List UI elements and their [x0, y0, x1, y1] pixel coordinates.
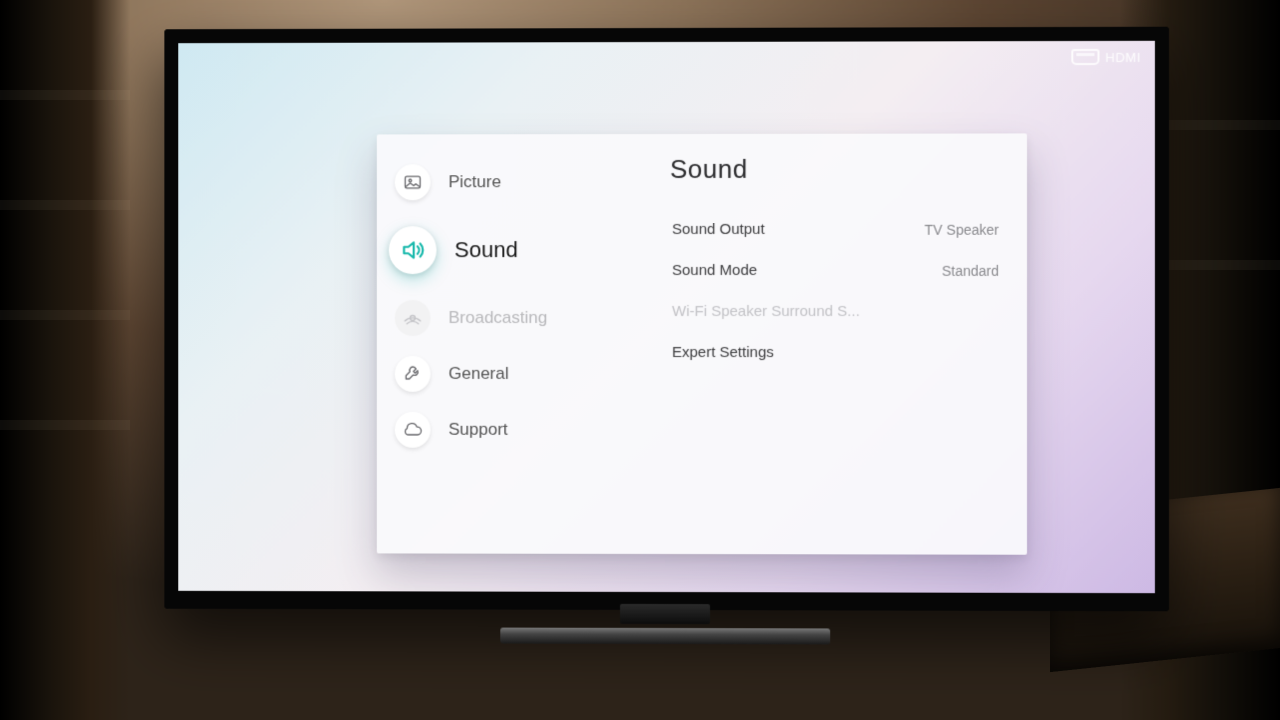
input-source-badge: HDMI — [1071, 49, 1141, 65]
row-sound-mode[interactable]: Sound Mode Standard — [670, 250, 1001, 291]
input-source-label: HDMI — [1105, 49, 1140, 64]
hdmi-port-icon — [1071, 49, 1099, 65]
row-value: TV Speaker — [925, 221, 999, 237]
sidebar-item-label: Sound — [454, 237, 517, 263]
row-value: Standard — [942, 262, 999, 278]
support-icon — [395, 412, 431, 448]
settings-panel: Picture Sound Broadcasting — [377, 133, 1027, 554]
sidebar-item-general[interactable]: General — [377, 346, 646, 402]
settings-sidebar: Picture Sound Broadcasting — [377, 134, 646, 554]
sidebar-item-broadcasting: Broadcasting — [377, 290, 646, 346]
tv-stand — [500, 610, 830, 645]
sidebar-item-label: Picture — [448, 172, 501, 192]
sidebar-item-label: Support — [448, 420, 507, 440]
sidebar-item-picture[interactable]: Picture — [377, 154, 646, 210]
row-label: Wi-Fi Speaker Surround S... — [672, 303, 860, 320]
sound-icon — [389, 226, 437, 274]
picture-icon — [395, 164, 431, 200]
content-title: Sound — [670, 154, 1001, 185]
row-label: Sound Output — [672, 221, 765, 238]
sidebar-item-label: Broadcasting — [448, 308, 547, 328]
settings-content: Sound Sound Output TV Speaker Sound Mode… — [646, 133, 1027, 554]
row-expert-settings[interactable]: Expert Settings — [670, 332, 1001, 373]
sidebar-item-label: General — [448, 364, 508, 384]
row-wifi-speaker-surround: Wi-Fi Speaker Surround S... — [670, 291, 1001, 332]
broadcast-icon — [395, 300, 431, 336]
general-icon — [395, 356, 431, 392]
row-sound-output[interactable]: Sound Output TV Speaker — [670, 209, 1001, 250]
sidebar-item-sound[interactable]: Sound — [377, 210, 646, 290]
tv-frame: HDMI Picture Sound — [164, 27, 1169, 612]
room-background: HDMI Picture Sound — [0, 0, 1280, 720]
bookshelf-left — [0, 0, 130, 720]
row-label: Expert Settings — [672, 344, 774, 361]
tv-screen: HDMI Picture Sound — [178, 41, 1155, 593]
row-label: Sound Mode — [672, 262, 757, 279]
sidebar-item-support[interactable]: Support — [377, 402, 646, 458]
